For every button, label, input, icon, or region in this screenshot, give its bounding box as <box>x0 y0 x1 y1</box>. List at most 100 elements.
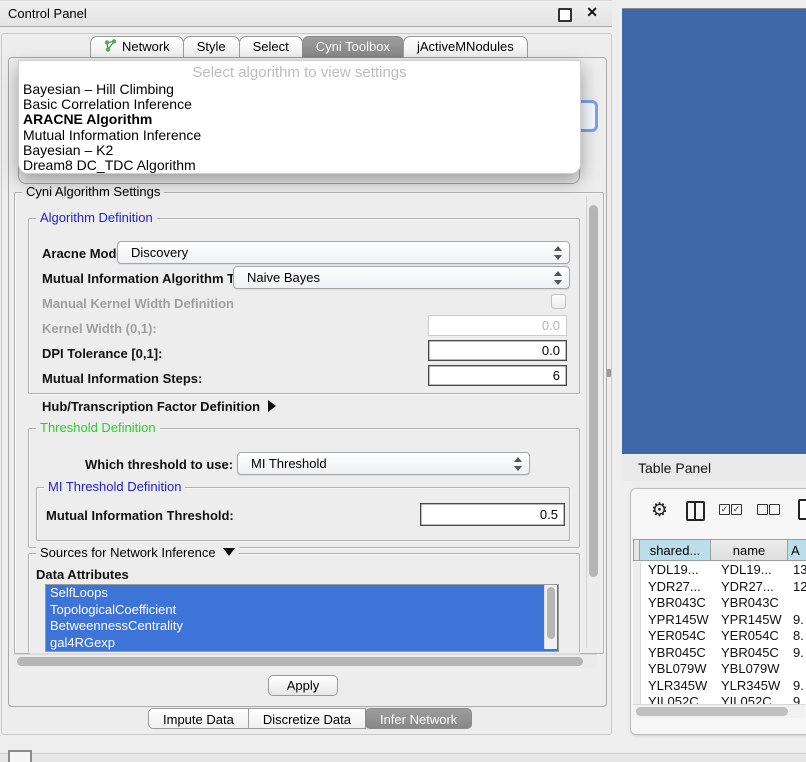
gear-icon[interactable]: ⚙ <box>651 501 668 520</box>
row-gutter <box>633 645 641 662</box>
table-cell[interactable]: YDR27... <box>713 579 790 596</box>
table-cell[interactable]: YDL19... <box>713 562 790 579</box>
table-cell[interactable]: YBL079W <box>713 661 790 678</box>
checked-checkbox-icon[interactable]: ✓ <box>731 504 742 515</box>
panel-splitter-grip[interactable] <box>607 369 611 377</box>
table-cell[interactable]: YER054C <box>713 628 790 645</box>
attribute-list-item[interactable]: gal4RGexp <box>46 635 558 652</box>
settings-horizontal-scrollbar[interactable] <box>13 654 597 668</box>
algorithm-popup-item[interactable]: Bayesian – K2 <box>19 143 580 158</box>
hub-definition-toggle[interactable]: Hub/Transcription Factor Definition <box>42 399 276 414</box>
bottom-tab-bar: Impute Data Discretize Data Infer Networ… <box>148 708 471 729</box>
column-header-name[interactable]: name <box>710 539 788 561</box>
attribute-list-item[interactable]: BetweennessCentrality <box>46 618 558 635</box>
which-threshold-combobox[interactable]: MI Threshold <box>237 452 530 475</box>
table-cell[interactable]: YIL052C <box>713 694 790 704</box>
sources-toggle[interactable]: Sources for Network Inference <box>36 546 239 560</box>
table-cell[interactable]: YBR045C <box>641 645 713 662</box>
table-cell[interactable]: 12 <box>790 579 806 596</box>
settings-vertical-scrollbar[interactable] <box>586 196 600 648</box>
unchecked-checkbox-icon[interactable] <box>757 504 768 515</box>
table-cell[interactable] <box>790 661 806 678</box>
float-window-icon[interactable] <box>558 8 572 22</box>
kernel-width-field[interactable]: 0.0 <box>428 315 567 336</box>
data-attributes-label: Data Attributes <box>36 567 129 582</box>
table-row[interactable]: YBR043CYBR043C <box>633 595 806 612</box>
checked-checkbox-icon[interactable]: ✓ <box>719 504 730 515</box>
table-cell[interactable]: YPR145W <box>641 612 713 629</box>
table-cell[interactable]: 9. <box>790 645 806 662</box>
dpi-tolerance-field[interactable]: 0.0 <box>428 340 567 361</box>
aracne-mode-label: Aracne Mode: <box>42 246 128 261</box>
tab-network[interactable]: Network <box>90 36 184 58</box>
tab-jactivemnodules[interactable]: jActiveMNodules <box>403 36 528 58</box>
table-cell[interactable]: YBL079W <box>641 661 713 678</box>
unchecked-checkbox-icon[interactable] <box>769 504 780 515</box>
settings-hscroll-thumb[interactable] <box>17 657 583 666</box>
algorithm-definition-title: Algorithm Definition <box>36 211 157 225</box>
table-cell[interactable]: YDL19... <box>641 562 713 579</box>
collapsed-arrow-icon[interactable] <box>268 400 276 412</box>
tab-style[interactable]: Style <box>183 36 240 58</box>
columns-icon[interactable] <box>686 501 705 521</box>
tab-impute-data[interactable]: Impute Data <box>148 708 249 729</box>
tab-discretize-data[interactable]: Discretize Data <box>248 708 366 729</box>
aracne-mode-value: Discovery <box>131 245 188 260</box>
attribute-list-item[interactable]: TopologicalCoefficient <box>46 602 558 619</box>
algorithm-popup-item[interactable]: Bayesian – Hill Climbing <box>19 82 580 97</box>
table-cell[interactable]: 9. <box>790 694 806 704</box>
table-cell[interactable]: YLR345W <box>641 678 713 695</box>
table-row[interactable]: YBR045CYBR045C9. <box>633 645 806 662</box>
mi-threshold-field[interactable]: 0.5 <box>420 503 565 526</box>
table-cell[interactable]: YIL052C <box>641 694 713 704</box>
file-icon[interactable] <box>798 499 806 520</box>
table-row[interactable]: YDR27...YDR27...12 <box>633 579 806 596</box>
table-row[interactable]: YDL19...YDL19...13 <box>633 562 806 579</box>
algorithm-popup-item[interactable]: Basic Correlation Inference <box>19 97 580 112</box>
table-cell[interactable]: YDR27... <box>641 579 713 596</box>
table-cell[interactable]: 9. <box>790 612 806 629</box>
table-cell[interactable]: YBR045C <box>713 645 790 662</box>
table-cell[interactable]: YLR345W <box>713 678 790 695</box>
table-cell[interactable]: YBR043C <box>641 595 713 612</box>
tab-infer-network[interactable]: Infer Network <box>365 708 472 729</box>
combo-arrows-icon <box>554 271 563 285</box>
column-header-shared-name[interactable]: shared... <box>639 539 711 561</box>
attributes-scrollbar-thumb[interactable] <box>547 587 555 639</box>
aracne-mode-combobox[interactable]: Discovery <box>117 241 570 264</box>
table-row[interactable]: YPR145WYPR145W9. <box>633 612 806 629</box>
table-row[interactable]: YIL052CYIL052C9. <box>633 694 806 704</box>
table-hscroll-thumb[interactable] <box>636 707 788 716</box>
cyni-algorithm-settings-title: Cyni Algorithm Settings <box>22 185 164 199</box>
mi-type-combobox[interactable]: Naive Bayes <box>233 266 570 289</box>
table-cell[interactable]: 8. <box>790 628 806 645</box>
tab-select[interactable]: Select <box>239 36 303 58</box>
table-cell[interactable]: YPR145W <box>713 612 790 629</box>
row-gutter <box>633 562 641 579</box>
expanded-arrow-icon[interactable] <box>223 548 235 556</box>
attributes-scrollbar[interactable] <box>544 585 557 649</box>
algorithm-popup-item[interactable]: Mutual Information Inference <box>19 128 580 143</box>
apply-button[interactable]: Apply <box>268 675 338 696</box>
settings-vscroll-thumb[interactable] <box>589 205 598 577</box>
minimized-panel-icon[interactable] <box>8 750 32 762</box>
manual-kernel-checkbox[interactable] <box>551 294 566 309</box>
close-icon[interactable]: ✕ <box>586 4 598 21</box>
table-horizontal-scrollbar[interactable] <box>633 704 805 718</box>
table-cell[interactable]: 13 <box>790 562 806 579</box>
table-row[interactable]: YBL079WYBL079W <box>633 661 806 678</box>
table-row[interactable]: YER054CYER054C8. <box>633 628 806 645</box>
algorithm-popup-item[interactable]: ARACNE Algorithm <box>19 112 580 127</box>
data-attributes-list[interactable]: SelfLoopsTopologicalCoefficientBetweenne… <box>45 584 559 652</box>
tab-cyni-toolbox[interactable]: Cyni Toolbox <box>302 36 404 58</box>
table-cell[interactable]: YER054C <box>641 628 713 645</box>
table-cell[interactable] <box>790 595 806 612</box>
column-header-partial[interactable]: A <box>787 539 806 561</box>
table-panel-bar: Table Panel <box>622 455 806 481</box>
table-cell[interactable]: 9. <box>790 678 806 695</box>
attribute-list-item[interactable]: SelfLoops <box>46 585 558 602</box>
table-row[interactable]: YLR345WYLR345W9. <box>633 678 806 695</box>
table-cell[interactable]: YBR043C <box>713 595 790 612</box>
algorithm-popup-item[interactable]: Dream8 DC_TDC Algorithm <box>19 158 580 173</box>
mi-steps-field[interactable]: 6 <box>428 365 567 386</box>
